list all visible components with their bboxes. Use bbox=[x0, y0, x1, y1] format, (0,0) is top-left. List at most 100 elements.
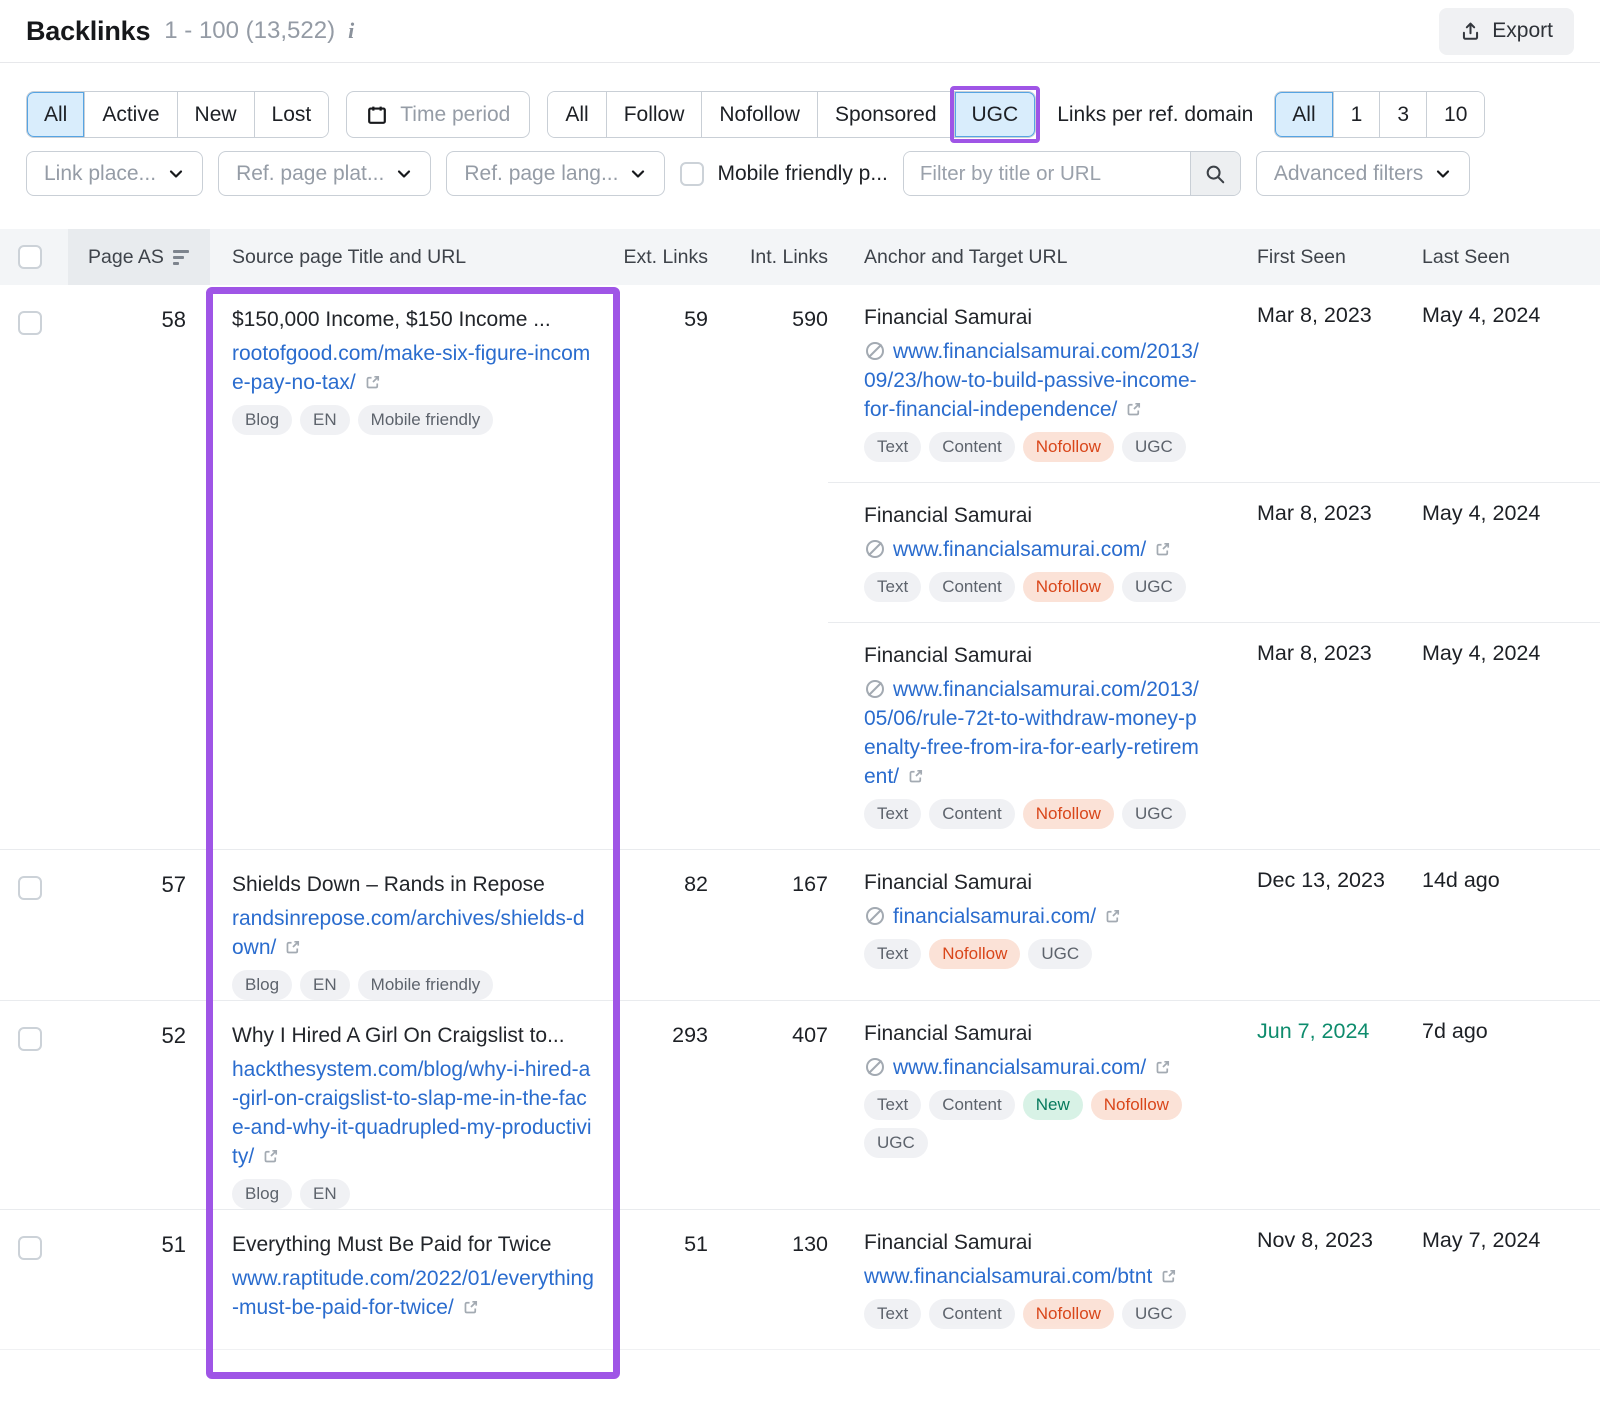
source-tags: BlogEN bbox=[232, 1171, 596, 1209]
follow-tab-sponsored[interactable]: Sponsored bbox=[817, 92, 954, 137]
search-input[interactable] bbox=[904, 152, 1190, 195]
link-placement-dropdown[interactable]: Link place... bbox=[26, 151, 203, 196]
source-title: Shields Down – Rands in Repose bbox=[232, 870, 596, 900]
follow-tab-nofollow[interactable]: Nofollow bbox=[701, 92, 817, 137]
first-seen-value: Mar 8, 2023 bbox=[1240, 501, 1405, 602]
external-link-icon bbox=[1159, 1267, 1178, 1286]
link-attr-tag: Nofollow bbox=[929, 939, 1020, 969]
status-tab-lost[interactable]: Lost bbox=[254, 92, 329, 137]
last-seen-value: May 4, 2024 bbox=[1405, 641, 1600, 829]
source-tag: Blog bbox=[232, 405, 292, 435]
link-attr-tag: UGC bbox=[864, 1128, 928, 1158]
links-per-domain-tab-all[interactable]: All bbox=[1275, 92, 1332, 137]
last-seen-value: 7d ago bbox=[1405, 1019, 1600, 1158]
column-header-int-links[interactable]: Int. Links bbox=[708, 229, 828, 285]
follow-tab-all[interactable]: All bbox=[548, 92, 605, 137]
export-button[interactable]: Export bbox=[1439, 8, 1574, 55]
table-row: 52Why I Hired A Girl On Craigslist to...… bbox=[0, 1001, 1600, 1210]
target-url[interactable]: www.financialsamurai.com/btnt bbox=[864, 1265, 1178, 1288]
link-attr-tag: Content bbox=[929, 572, 1015, 602]
link-attr-tag: UGC bbox=[1122, 799, 1186, 829]
link-attr-tag: Text bbox=[864, 1090, 921, 1120]
target-url[interactable]: www.financialsamurai.com/2013/09/23/how-… bbox=[864, 340, 1199, 421]
column-header-source: Source page Title and URL bbox=[210, 229, 620, 285]
source-cell: $150,000 Income, $150 Income ... rootofgo… bbox=[210, 285, 620, 849]
link-attr-tag: Nofollow bbox=[1023, 432, 1114, 462]
follow-tab-ugc[interactable]: UGC bbox=[954, 92, 1036, 137]
ref-page-platform-dropdown[interactable]: Ref. page plat... bbox=[218, 151, 431, 196]
time-period-button[interactable]: Time period bbox=[346, 91, 530, 138]
time-period-label: Time period bbox=[400, 103, 510, 127]
source-url[interactable]: rootofgood.com/make-six-figure-income-pa… bbox=[232, 342, 590, 394]
first-seen-value: Jun 7, 2024 bbox=[1240, 1019, 1405, 1158]
first-seen-value: Mar 8, 2023 bbox=[1240, 641, 1405, 829]
status-filter-group: AllActiveNewLost bbox=[26, 91, 329, 138]
row-checkbox[interactable] bbox=[18, 1027, 42, 1051]
anchor-and-target: Financial Samuraiwww.financialsamurai.co… bbox=[828, 1019, 1240, 1158]
external-link-icon bbox=[461, 1298, 480, 1317]
external-link-icon bbox=[1153, 1058, 1172, 1077]
target-url[interactable]: www.financialsamurai.com/2013/05/06/rule… bbox=[864, 678, 1199, 788]
status-tab-active[interactable]: Active bbox=[84, 92, 176, 137]
anchor-text: Financial Samurai bbox=[864, 501, 1200, 531]
column-header-ext-links[interactable]: Ext. Links bbox=[620, 229, 708, 285]
row-checkbox[interactable] bbox=[18, 311, 42, 335]
select-all-checkbox[interactable] bbox=[18, 245, 42, 269]
links-per-domain-tab-1[interactable]: 1 bbox=[1333, 92, 1380, 137]
table-row: 51Everything Must Be Paid for Twicewww.r… bbox=[0, 1210, 1600, 1350]
link-attr-tag: Text bbox=[864, 939, 921, 969]
search-icon bbox=[1204, 163, 1226, 185]
target-url[interactable]: financialsamurai.com/ bbox=[893, 905, 1122, 928]
target-url[interactable]: www.financialsamurai.com/ bbox=[893, 1056, 1172, 1079]
target-url[interactable]: www.financialsamurai.com/ bbox=[893, 538, 1172, 561]
filter-row-1: AllActiveNewLost Time period AllFollowNo… bbox=[26, 91, 1574, 138]
target-url-line: www.financialsamurai.com/ bbox=[864, 535, 1200, 564]
nofollow-link-icon bbox=[864, 678, 886, 700]
page-as-value: 52 bbox=[68, 1001, 210, 1209]
chevron-down-icon bbox=[629, 165, 647, 183]
source-title: Everything Must Be Paid for Twice bbox=[232, 1230, 596, 1260]
row-checkbox[interactable] bbox=[18, 1236, 42, 1260]
column-header-first-seen[interactable]: First Seen bbox=[1240, 229, 1405, 285]
source-title: $150,000 Income, $150 Income ... bbox=[232, 305, 596, 335]
column-header-page-as[interactable]: Page AS bbox=[68, 229, 210, 285]
search-button[interactable] bbox=[1190, 152, 1240, 195]
link-attr-tag: Text bbox=[864, 432, 921, 462]
anchor-and-target: Financial Samuraiwww.financialsamurai.co… bbox=[828, 303, 1240, 462]
external-link-icon bbox=[1103, 907, 1122, 926]
source-url[interactable]: www.raptitude.com/2022/01/everything-mus… bbox=[232, 1267, 594, 1319]
source-url[interactable]: randsinrepose.com/archives/shields-down/ bbox=[232, 907, 585, 959]
info-icon[interactable]: i bbox=[348, 18, 354, 44]
status-tab-all[interactable]: All bbox=[27, 92, 84, 137]
mobile-friendly-checkbox[interactable] bbox=[680, 162, 704, 186]
advanced-filters-button[interactable]: Advanced filters bbox=[1256, 151, 1470, 196]
links-per-domain-tab-10[interactable]: 10 bbox=[1426, 92, 1484, 137]
links-per-domain-group: All1310 bbox=[1274, 91, 1485, 138]
report-topbar: Backlinks 1 - 100 (13,522) i Export bbox=[0, 0, 1600, 62]
column-header-last-seen[interactable]: Last Seen bbox=[1405, 229, 1600, 285]
row-checkbox-cell bbox=[0, 1210, 68, 1349]
link-attribute-tags: TextContentNofollowUGC bbox=[864, 1291, 1200, 1329]
link-attribute-tags: TextContentNofollowUGC bbox=[864, 791, 1200, 829]
export-label: Export bbox=[1492, 19, 1553, 43]
column-header-anchor: Anchor and Target URL bbox=[828, 229, 1240, 285]
link-attr-tag: Text bbox=[864, 1299, 921, 1329]
link-attr-tag: UGC bbox=[1122, 572, 1186, 602]
source-url[interactable]: hackthesystem.com/blog/why-i-hired-a-gir… bbox=[232, 1058, 591, 1168]
external-link-icon bbox=[283, 938, 302, 957]
link-attr-tag: UGC bbox=[1122, 432, 1186, 462]
ref-page-language-dropdown[interactable]: Ref. page lang... bbox=[446, 151, 665, 196]
follow-tab-follow[interactable]: Follow bbox=[606, 92, 702, 137]
links-per-domain-tab-3[interactable]: 3 bbox=[1379, 92, 1426, 137]
last-seen-value: 14d ago bbox=[1405, 868, 1600, 969]
anchor-and-target: Financial Samurai financialsamurai.com/Te… bbox=[828, 868, 1240, 969]
backlinks-table: Page AS Source page Title and URL Ext. L… bbox=[0, 229, 1600, 1350]
source-tag: Mobile friendly bbox=[358, 970, 494, 1000]
dropdown-label: Link place... bbox=[44, 162, 156, 186]
anchor-text: Financial Samurai bbox=[864, 868, 1200, 898]
backlink-item: Financial Samuraiwww.financialsamurai.co… bbox=[828, 1001, 1600, 1178]
link-attr-tag: New bbox=[1023, 1090, 1083, 1120]
status-tab-new[interactable]: New bbox=[177, 92, 254, 137]
row-checkbox[interactable] bbox=[18, 876, 42, 900]
select-all-cell bbox=[0, 229, 68, 285]
